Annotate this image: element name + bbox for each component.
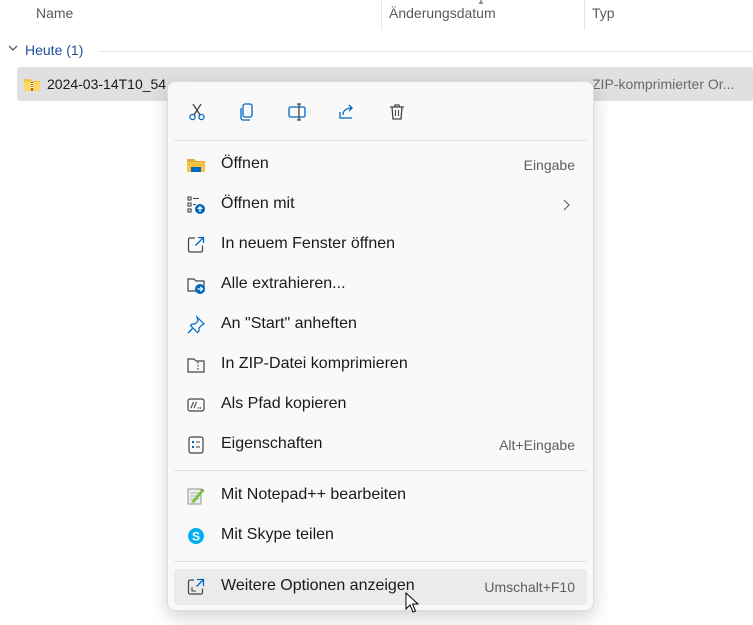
copy-path-icon [187,398,205,412]
delete-button[interactable] [382,97,412,127]
menu-item-label: Öffnen mit [221,195,295,212]
menu-item-label: In neuem Fenster öffnen [221,235,396,252]
scissors-icon [189,103,205,121]
new-window-icon [187,236,205,253]
menu-item-shortcut: Alt+Eingabe [499,437,575,453]
menu-item-extract-all[interactable]: Alle extrahieren... [174,267,587,303]
trash-icon [390,104,404,120]
menu-item-label: In ZIP-Datei komprimieren [221,355,408,372]
menu-item-share-skype[interactable]: S Mit Skype teilen [174,518,587,554]
group-divider [98,51,753,52]
zip-icon [187,358,205,373]
menu-divider [174,470,587,471]
copy-button[interactable] [232,97,262,127]
menu-divider [174,561,587,562]
menu-item-show-more-options[interactable]: Weitere Optionen anzeigen Umschalt+F10 [174,569,587,605]
notepadpp-icon [187,488,205,505]
file-type: ZIP-komprimierter Or... [592,76,735,92]
rename-icon [288,103,306,121]
skype-icon: S [188,528,204,544]
group-title: Heute (1) [25,42,84,58]
copy-icon [240,103,253,121]
rename-button[interactable] [282,97,312,127]
mouse-cursor-icon [405,592,419,613]
share-icon [339,104,353,119]
folder-icon [187,159,205,172]
context-menu: Öffnen Eingabe Öffnen mit In neuem Fenst… [167,81,594,611]
extract-icon [187,278,205,294]
menu-item-label: Alle extrahieren... [221,275,346,292]
cut-button[interactable] [182,97,212,127]
quick-actions-bar [168,82,593,140]
menu-item-label: Mit Skype teilen [221,526,334,543]
menu-item-edit-notepadpp[interactable]: Mit Notepad++ bearbeiten [174,478,587,514]
menu-item-copy-as-path[interactable]: Als Pfad kopieren [174,387,587,423]
pin-icon [187,315,206,334]
more-options-icon [187,578,205,595]
menu-item-pin-to-start[interactable]: An "Start" anheften [174,307,587,343]
menu-item-label: Öffnen [221,155,269,172]
menu-item-properties[interactable]: Eigenschaften Alt+Eingabe [174,427,587,463]
menu-item-compress-zip[interactable]: In ZIP-Datei komprimieren [174,347,587,383]
menu-item-open-new-window[interactable]: In neuem Fenster öffnen [174,227,587,263]
menu-item-open-with[interactable]: Öffnen mit [174,187,587,223]
column-separator[interactable] [381,0,382,30]
share-button[interactable] [332,97,362,127]
menu-item-label: Eigenschaften [221,435,323,452]
column-date[interactable]: Änderungsdatum [389,5,496,21]
column-header: Name ▲ Änderungsdatum Typ [0,0,753,30]
column-name[interactable]: Name [36,5,73,21]
menu-item-label: Mit Notepad++ bearbeiten [221,486,407,503]
menu-item-label: Weitere Optionen anzeigen [221,577,415,594]
file-name: 2024-03-14T10_54 [47,76,167,92]
zip-folder-icon [24,79,40,91]
menu-item-shortcut: Umschalt+F10 [484,579,575,595]
chevron-right-icon [563,199,570,211]
open-with-icon [187,196,205,214]
properties-icon [188,436,204,454]
menu-divider [174,140,587,141]
column-type[interactable]: Typ [592,5,615,21]
menu-item-label: Als Pfad kopieren [221,395,347,412]
menu-item-shortcut: Eingabe [523,157,575,173]
menu-item-open[interactable]: Öffnen Eingabe [174,147,587,183]
column-separator[interactable] [584,0,585,30]
svg-text:S: S [192,530,200,544]
chevron-down-icon[interactable] [7,42,19,54]
menu-item-label: An "Start" anheften [221,315,357,332]
group-header-today[interactable]: Heute (1) [0,40,753,62]
